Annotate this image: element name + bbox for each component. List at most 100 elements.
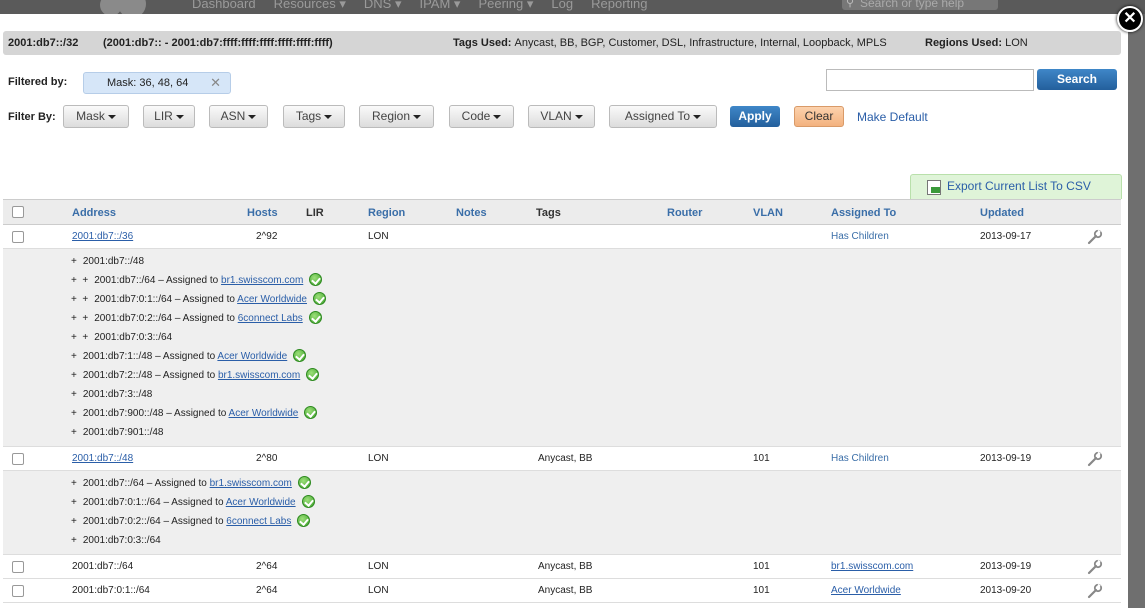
expand-plus-icon[interactable]: + xyxy=(71,256,77,267)
col-updated[interactable]: Updated xyxy=(980,207,1024,219)
remove-filter-icon[interactable]: ✕ xyxy=(210,73,221,93)
assigned-owner-link[interactable]: Acer Worldwide xyxy=(229,408,299,419)
assigned-owner-link[interactable]: br1.swisscom.com xyxy=(210,478,292,489)
col-router[interactable]: Router xyxy=(667,207,702,219)
row-checkbox[interactable] xyxy=(12,231,24,243)
dropdown-label: Mask xyxy=(76,109,105,123)
nav-item-reporting[interactable]: Reporting xyxy=(591,0,647,12)
child-prefix-label: 2001:db7::/64 – Assigned to xyxy=(94,275,222,286)
expand-plus-icon[interactable]: + + xyxy=(71,275,88,286)
child-prefix-text: +2001:db7:0:1::/64 – Assigned to Acer Wo… xyxy=(71,493,315,512)
caret-down-icon xyxy=(413,114,422,119)
filter-code-dropdown[interactable]: Code xyxy=(449,105,514,128)
global-search-input[interactable]: ⚲ Search or type help xyxy=(842,0,998,10)
assigned-owner-link[interactable]: 6connect Labs xyxy=(238,313,303,324)
wrench-icon[interactable] xyxy=(1086,558,1104,576)
dropdown-label: LIR xyxy=(154,109,173,123)
assigned-owner-link[interactable]: br1.swisscom.com xyxy=(218,370,300,381)
child-prefix-text: +2001:db7:0:3::/64 xyxy=(71,531,161,550)
row-hosts: 2^92 xyxy=(256,231,278,242)
nav-item-ipam[interactable]: IPAM ▾ xyxy=(419,0,460,12)
select-all-checkbox[interactable] xyxy=(12,206,24,218)
child-prefix-item: + + 2001:db7:0:2::/64 – Assigned to 6conn… xyxy=(3,309,1121,328)
close-modal-button[interactable]: ✕ xyxy=(1117,6,1143,32)
filter-lir-dropdown[interactable]: LIR xyxy=(143,105,195,128)
nav-item-dns[interactable]: DNS ▾ xyxy=(364,0,402,12)
nav-item-peering[interactable]: Peering ▾ xyxy=(478,0,533,12)
row-address-link[interactable]: 2001:db7::/48 xyxy=(72,453,133,464)
child-prefix-label: 2001:db7:0:2::/64 – Assigned to xyxy=(82,516,227,527)
search-input[interactable] xyxy=(826,69,1034,91)
ipam-modal: 2001:db7::/32 (2001:db7:: - 2001:db7:fff… xyxy=(0,14,1128,608)
expand-plus-icon[interactable]: + xyxy=(71,516,77,527)
nav-item-log[interactable]: Log xyxy=(551,0,573,12)
filter-region-dropdown[interactable]: Region xyxy=(359,105,434,128)
filter-vlan-dropdown[interactable]: VLAN xyxy=(528,105,595,128)
assigned-owner-link[interactable]: br1.swisscom.com xyxy=(221,275,303,286)
expand-plus-icon[interactable]: + xyxy=(71,389,77,400)
assigned-owner-link[interactable]: Acer Worldwide xyxy=(217,351,287,362)
expand-plus-icon[interactable]: + xyxy=(71,535,77,546)
expand-plus-icon[interactable]: + + xyxy=(71,313,88,324)
filter-mask-dropdown[interactable]: Mask xyxy=(63,105,129,128)
assigned-owner-link[interactable]: 6connect Labs xyxy=(226,516,291,527)
col-vlan[interactable]: VLAN xyxy=(753,207,783,219)
col-region[interactable]: Region xyxy=(368,207,405,219)
row-assigned-to[interactable]: Has Children xyxy=(831,231,889,242)
export-csv-button[interactable]: Export Current List To CSV xyxy=(910,174,1122,199)
expand-plus-icon[interactable]: + + xyxy=(71,294,88,305)
expand-plus-icon[interactable]: + xyxy=(71,478,77,489)
nav-item-resources[interactable]: Resources ▾ xyxy=(274,0,346,12)
block-range: (2001:db7:: - 2001:db7:ffff:ffff:ffff:ff… xyxy=(103,37,333,49)
make-default-link[interactable]: Make Default xyxy=(857,110,928,124)
wrench-icon[interactable] xyxy=(1086,582,1104,600)
active-filter-text: Mask: 36, 48, 64 xyxy=(107,77,189,89)
nav-item-dashboard[interactable]: Dashboard xyxy=(192,0,256,12)
assigned-check-icon xyxy=(297,513,311,527)
wrench-icon[interactable] xyxy=(1086,228,1104,246)
col-hosts[interactable]: Hosts xyxy=(247,207,278,219)
row-assigned-to-link[interactable]: br1.swisscom.com xyxy=(831,561,913,572)
dropdown-label: Region xyxy=(371,109,411,123)
filter-tags-dropdown[interactable]: Tags xyxy=(283,105,345,128)
expand-plus-icon[interactable]: + xyxy=(71,497,77,508)
row-checkbox[interactable] xyxy=(12,453,24,465)
filter-assigned-to-dropdown[interactable]: Assigned To xyxy=(609,105,717,128)
child-prefix-label: 2001:db7:900::/48 – Assigned to xyxy=(82,408,229,419)
expand-plus-icon[interactable]: + + xyxy=(71,332,88,343)
row-checkbox[interactable] xyxy=(12,585,24,597)
row-checkbox[interactable] xyxy=(12,561,24,573)
expand-plus-icon[interactable]: + xyxy=(71,370,77,381)
regions-used: Regions Used: LON xyxy=(925,31,1028,55)
row-assigned-to-link[interactable]: Acer Worldwide xyxy=(831,585,901,596)
expand-plus-icon[interactable]: + xyxy=(71,427,77,438)
table-row: 2001:db7::/48 2^80 LON Anycast, BB 101 H… xyxy=(3,447,1121,471)
child-prefix-item: +2001:db7:0:2::/64 – Assigned to 6connec… xyxy=(3,512,1121,531)
child-prefix-text: +2001:db7:2::/48 – Assigned to br1.swiss… xyxy=(71,366,320,385)
expand-plus-icon[interactable]: + xyxy=(71,351,77,362)
dropdown-label: Tags xyxy=(295,109,322,123)
assigned-owner-link[interactable]: Acer Worldwide xyxy=(226,497,296,508)
table-header: Address Hosts LIR Region Notes Tags Rout… xyxy=(3,199,1121,225)
row-address-link[interactable]: 2001:db7::/36 xyxy=(72,231,133,242)
filter-asn-dropdown[interactable]: ASN xyxy=(209,105,268,128)
col-address[interactable]: Address xyxy=(72,207,116,219)
col-lir: LIR xyxy=(306,207,324,219)
row-address: 2001:db7::/64 xyxy=(72,561,134,572)
child-prefix-item: +2001:db7:1::/48 – Assigned to Acer Worl… xyxy=(3,347,1121,366)
clear-button[interactable]: Clear xyxy=(794,106,844,127)
col-assigned-to[interactable]: Assigned To xyxy=(831,207,896,219)
row-address: 2001:db7:0:1::/64 xyxy=(72,585,150,596)
row-assigned-to[interactable]: Has Children xyxy=(831,453,889,464)
child-prefix-label: 2001:db7:1::/48 – Assigned to xyxy=(82,351,218,362)
child-prefix-text: + + 2001:db7:0:1::/64 – Assigned to Acer … xyxy=(71,290,326,309)
apply-button[interactable]: Apply xyxy=(730,106,780,127)
assigned-owner-link[interactable]: Acer Worldwide xyxy=(237,294,307,305)
col-notes[interactable]: Notes xyxy=(456,207,487,219)
child-prefix-text: +2001:db7:0:2::/64 – Assigned to 6connec… xyxy=(71,512,311,531)
wrench-icon[interactable] xyxy=(1086,450,1104,468)
search-button[interactable]: Search xyxy=(1037,69,1117,90)
child-prefix-text: +2001:db7:901::/48 xyxy=(71,423,163,442)
expand-plus-icon[interactable]: + xyxy=(71,408,77,419)
search-icon: ⚲ xyxy=(846,0,855,9)
